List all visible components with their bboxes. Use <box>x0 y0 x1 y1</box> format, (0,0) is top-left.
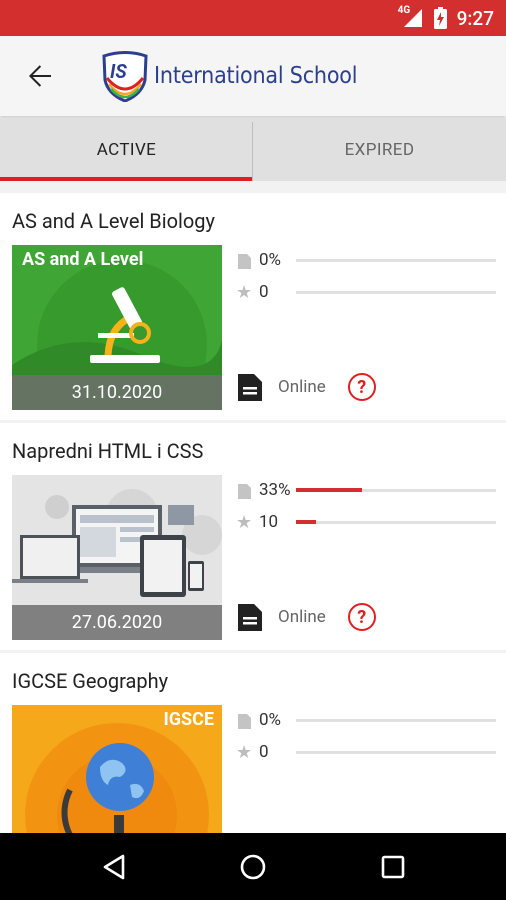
tab-active[interactable]: ACTIVE <box>0 118 253 181</box>
score-bar <box>296 291 496 294</box>
document-icon <box>238 603 262 631</box>
nav-home-button[interactable] <box>213 833 293 900</box>
arrow-back-icon <box>29 65 51 87</box>
star-icon: ★ <box>235 511 253 533</box>
document-icon <box>238 373 262 401</box>
course-title: AS and A Level Biology <box>12 209 215 233</box>
course-title: IGCSE Geography <box>12 669 169 693</box>
nav-back-button[interactable] <box>74 833 154 900</box>
course-title: Napredni HTML i CSS <box>12 439 204 463</box>
progress-row: 33% <box>236 479 496 501</box>
course-card[interactable]: Napredni HTML i CSS 27.06.2020 33% ★ 10 … <box>0 423 506 650</box>
course-date: 31.10.2020 <box>12 375 222 410</box>
thumb-label: IGSCE <box>163 709 214 730</box>
course-card[interactable]: AS and A Level Biology AS and A Level 31… <box>0 193 506 420</box>
back-button[interactable] <box>18 56 62 96</box>
score-row: ★ 10 <box>236 511 496 533</box>
mode-label: Online <box>278 607 326 627</box>
network-type: 4G <box>397 5 411 16</box>
system-nav-bar <box>0 833 506 900</box>
mode-label: Online <box>278 377 326 397</box>
progress-row: 0% <box>236 249 496 271</box>
course-date: 27.06.2020 <box>12 605 222 640</box>
help-icon[interactable]: ? <box>347 373 376 401</box>
progress-bar <box>296 259 496 262</box>
star-icon: ★ <box>235 281 253 303</box>
nav-recents-button[interactable] <box>353 833 433 900</box>
star-icon: ★ <box>235 741 253 763</box>
help-icon[interactable]: ? <box>347 603 376 631</box>
score-bar <box>296 751 496 754</box>
status-bar: 4G 9:27 <box>0 0 506 36</box>
clock: 9:27 <box>456 6 494 30</box>
logo-text: International School <box>154 63 358 89</box>
document-progress-icon <box>236 481 252 499</box>
tab-expired[interactable]: EXPIRED <box>253 118 506 181</box>
mode-row: Online ? <box>238 373 376 401</box>
thumb-label: AS and A Level <box>22 249 144 270</box>
logo-mark: IS <box>110 60 127 83</box>
tab-bar: ACTIVE EXPIRED <box>0 118 506 181</box>
circle-home-icon <box>240 854 266 879</box>
course-list[interactable]: AS and A Level Biology AS and A Level 31… <box>0 193 506 833</box>
document-progress-icon <box>236 251 252 269</box>
mode-row: Online ? <box>238 603 376 631</box>
battery-icon <box>433 7 447 29</box>
app-bar: IS International School <box>0 36 506 116</box>
signal-icon: 4G <box>398 5 424 28</box>
progress-bar <box>296 719 496 722</box>
score-row: ★ 0 <box>236 741 496 763</box>
document-progress-icon <box>236 711 252 729</box>
school-logo: IS International School <box>100 48 357 104</box>
score-row: ★ 0 <box>236 281 496 303</box>
course-thumbnail[interactable]: AS and A Level 31.10.2020 <box>12 245 222 410</box>
progress-row: 0% <box>236 709 496 731</box>
score-bar-fill <box>296 520 316 524</box>
square-recents-icon <box>381 855 405 878</box>
tab-divider <box>252 122 253 181</box>
progress-bar <box>296 488 496 492</box>
status-icons: 4G 9:27 <box>398 0 494 36</box>
triangle-back-icon <box>103 854 125 879</box>
progress-bar-fill <box>296 488 362 492</box>
course-thumbnail[interactable]: 27.06.2020 <box>12 475 222 640</box>
score-bar <box>296 520 496 524</box>
course-card[interactable]: IGCSE Geography IGSCE 0% ★ 0 <box>0 653 506 833</box>
course-thumbnail[interactable]: IGSCE <box>12 705 222 833</box>
